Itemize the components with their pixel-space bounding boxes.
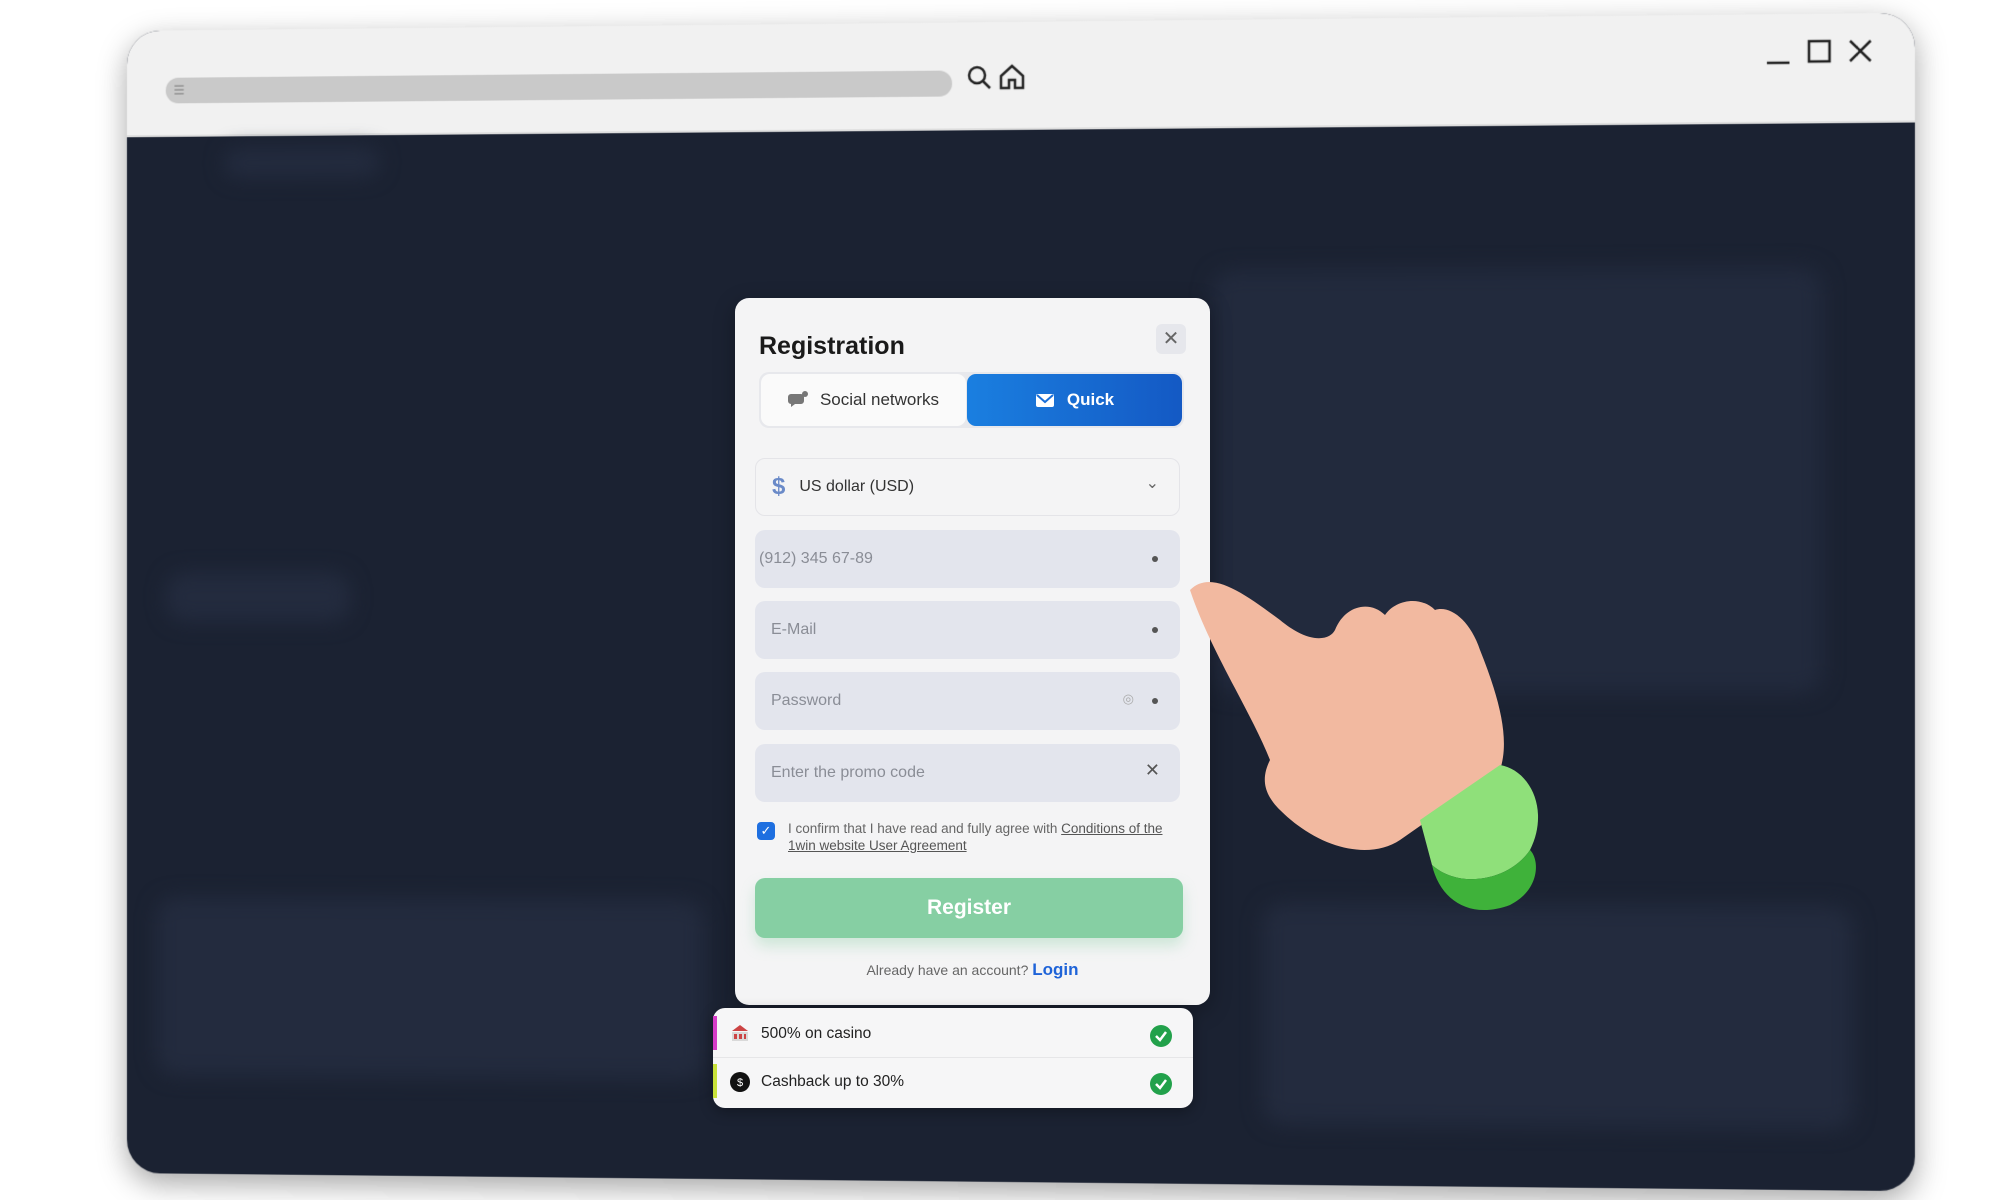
clear-icon[interactable]: ✕ — [1145, 760, 1160, 781]
check-badge-icon — [1149, 1072, 1173, 1096]
bonus-label: 500% on casino — [761, 1025, 871, 1043]
phone-placeholder: (912) 345 67-89 — [759, 550, 873, 568]
agreement-checkbox[interactable]: ✓ — [757, 822, 775, 840]
promo-placeholder: Enter the promo code — [771, 764, 925, 782]
casino-icon — [729, 1023, 751, 1045]
bonus-list: 500% on casino $ Cashback up to 30% — [713, 1008, 1193, 1108]
tab-label: Quick — [1067, 390, 1114, 410]
cashback-icon: $ — [729, 1071, 751, 1093]
minimize-icon[interactable] — [1761, 34, 1796, 69]
browser-toolbar: ☰ — [127, 13, 1915, 137]
password-input[interactable]: Password ◎ — [755, 672, 1180, 730]
registration-tabs: Social networks Quick — [759, 372, 1184, 428]
settings-icon[interactable]: ☰ — [173, 84, 187, 98]
svg-text:$: $ — [737, 1077, 743, 1089]
register-button[interactable]: Register — [755, 878, 1183, 938]
promo-code-input[interactable]: Enter the promo code ✕ — [755, 744, 1180, 802]
bonus-item: 500% on casino — [713, 1010, 1193, 1058]
tab-social-networks[interactable]: Social networks — [761, 374, 966, 426]
required-dot — [1152, 627, 1158, 633]
chat-bubble-icon — [788, 391, 808, 409]
blurred-cards — [156, 898, 704, 1080]
email-input[interactable]: E-Mail — [755, 601, 1180, 659]
tab-label: Social networks — [820, 390, 939, 410]
currency-value: US dollar (USD) — [799, 478, 914, 496]
registration-dialog: Registration ✕ Social networks Quick $ U… — [735, 298, 1210, 1005]
agreement-label: I confirm that I have read and fully agr… — [788, 821, 1061, 836]
accent-bar — [713, 1064, 717, 1098]
bonus-item: $ Cashback up to 30% — [713, 1058, 1193, 1106]
required-dot — [1152, 556, 1158, 562]
phone-input[interactable]: (912) 345 67-89 — [755, 530, 1180, 588]
eye-icon[interactable]: ◎ — [1123, 691, 1134, 707]
agreement-text: I confirm that I have read and fully agr… — [788, 820, 1178, 854]
dialog-title: Registration — [759, 332, 905, 361]
required-dot — [1152, 698, 1158, 704]
bonus-label: Cashback up to 30% — [761, 1073, 904, 1091]
pointing-hand-illustration — [1170, 560, 1590, 920]
blurred-logo — [224, 147, 380, 178]
close-dialog-button[interactable]: ✕ — [1156, 324, 1186, 354]
close-icon: ✕ — [1163, 328, 1180, 350]
tab-quick[interactable]: Quick — [967, 374, 1182, 426]
envelope-icon — [1035, 393, 1055, 408]
password-placeholder: Password — [771, 692, 841, 710]
maximize-icon[interactable] — [1802, 34, 1837, 69]
blurred-cards-right — [1263, 903, 1853, 1129]
have-account-text: Already have an account? — [866, 962, 1028, 978]
login-link[interactable]: Login — [1032, 960, 1078, 979]
search-icon[interactable] — [964, 62, 994, 92]
dollar-icon: $ — [772, 473, 785, 501]
close-icon[interactable] — [1843, 33, 1878, 68]
address-bar[interactable]: ☰ — [166, 71, 952, 104]
currency-select[interactable]: $ US dollar (USD) ⌄ — [755, 458, 1180, 516]
blurred-button — [166, 572, 351, 621]
home-icon[interactable] — [997, 62, 1027, 92]
email-placeholder: E-Mail — [771, 621, 816, 639]
check-badge-icon — [1149, 1024, 1173, 1048]
accent-bar — [713, 1016, 717, 1050]
login-prompt: Already have an account? Login — [735, 960, 1210, 980]
chevron-down-icon: ⌄ — [1146, 473, 1159, 493]
